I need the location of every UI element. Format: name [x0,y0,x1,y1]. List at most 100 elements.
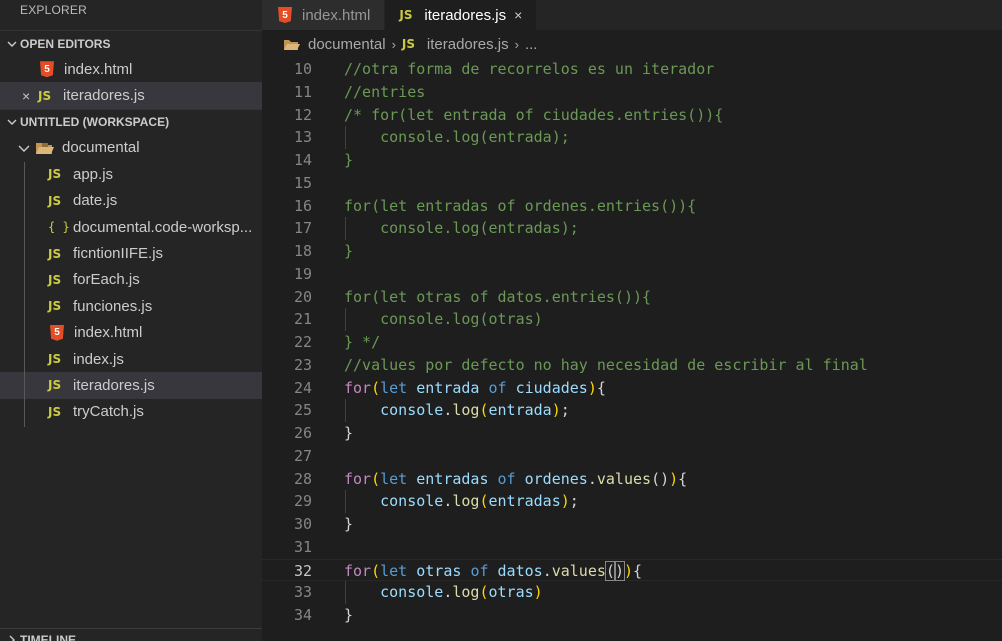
code-text: } [344,604,353,627]
vscode-window: EXPLORER OPEN EDITORS 5 index.html × JS … [0,0,1002,641]
line-number: 22 [293,333,312,351]
breadcrumb-more[interactable]: ... [525,36,538,53]
line-number: 16 [293,196,312,215]
code-line: 33 console.log(otras) [262,581,1002,604]
code-text: } [344,422,353,445]
code-line: 26} [262,422,1002,445]
code-line: 15 [262,172,1002,195]
code-text: /* for(let entrada of ciudades.entries()… [344,104,723,127]
code-token: let [380,561,417,580]
file-item[interactable]: JS date.js [0,188,262,214]
code-token: ( [479,401,489,420]
html5-icon: 5 [40,61,54,78]
code-token: entradas [488,492,561,511]
code-token: entrada [488,401,552,420]
open-editor-item-index-html[interactable]: 5 index.html [0,56,262,82]
file-item[interactable]: JS funciones.js [0,293,262,319]
tab-iteradores-js[interactable]: JS iteradores.js × [385,0,538,30]
close-icon[interactable]: × [514,7,522,23]
code-line: 31 [262,536,1002,559]
open-editor-label: index.html [64,60,133,78]
line-number: 19 [293,264,312,283]
line-number: 34 [293,606,312,624]
line-number: 20 [293,287,312,306]
file-label: index.js [73,350,124,368]
code-line: 19 [262,263,1002,286]
js-icon: JS [48,352,62,367]
tab-index-html[interactable]: 5 index.html [262,0,386,30]
js-icon: JS [38,88,52,103]
file-item[interactable]: JS ficntionIIFE.js [0,240,262,266]
code-token: for [344,378,372,397]
code-token: . [587,469,597,488]
explorer-sidebar: EXPLORER OPEN EDITORS 5 index.html × JS … [0,0,262,641]
file-item[interactable]: JS index.js [0,346,262,372]
open-editors-header[interactable]: OPEN EDITORS [0,30,262,56]
code-token: ( [479,492,489,511]
line-number: 31 [293,537,312,556]
code-line: 10 //otra forma de recorrelos es un itera… [262,58,1002,81]
code-text: for(let otras of datos.entries()){ [344,286,651,309]
code-text: console.log(entradas); [344,217,579,240]
chevron-down-icon [4,117,20,127]
code-text: console.log(otras) [344,308,543,331]
code-token: console.log(entrada); [344,128,570,147]
line-number: 21 [293,310,312,329]
line-number: 26 [293,424,312,442]
file-label: funciones.js [73,297,153,315]
code-token: for(let entradas of ordenes.entries()){ [344,196,697,215]
code-token: ordenes [524,469,588,488]
code-text: for(let entrada of ciudades){ [344,377,606,400]
code-token: console.log(otras) [344,310,543,329]
code-text: } */ [344,331,380,354]
file-item[interactable]: { } documental.code-worksp... [0,214,262,240]
code-line: 34} [262,604,1002,627]
code-token: console.log(entradas); [344,219,579,238]
js-icon: JS [399,8,413,22]
code-text: //otra forma de recorrelos es un iterado… [344,58,714,81]
workspace-header[interactable]: UNTITLED (WORKSPACE) [0,108,262,135]
open-editor-item-iteradores-js[interactable]: × JS iteradores.js [0,82,262,109]
code-line: 17 console.log(entradas); [262,217,1002,240]
code-token: log [452,401,480,420]
code-token: ; [560,401,570,420]
code-text: for(let entradas of ordenes.entries()){ [344,195,696,218]
code-text: console.log(otras) [344,581,543,604]
code-line: 22 } */ [262,331,1002,354]
code-token: ciudades [515,378,588,397]
code-token: . [542,561,552,580]
file-item[interactable]: JS iteradores.js [0,372,262,399]
code-token: datos [497,561,543,580]
js-icon: JS [401,37,416,51]
code-token: //entries [344,82,426,101]
file-item[interactable]: JS app.js [0,161,262,187]
breadcrumb-file[interactable]: iteradores.js [427,36,509,53]
folder-documental[interactable]: documental [0,135,262,161]
code-line: 32 for(let otras of datos.values()){ [262,558,1002,582]
close-icon[interactable]: × [22,88,30,104]
code-editor[interactable]: 10 //otra forma de recorrelos es un itera… [262,58,1002,641]
open-editor-label: iteradores.js [63,87,145,105]
code-line: 13 console.log(entrada); [262,126,1002,149]
code-token: ( [604,560,616,581]
code-token: of [497,469,525,488]
code-text: console.log(entrada); [344,126,570,149]
code-token: ( [371,561,381,580]
code-token: } [344,606,354,624]
line-number: 29 [293,492,312,511]
chevron-down-icon [18,143,36,153]
line-number: 30 [293,515,312,533]
code-line: 21 console.log(otras) [262,308,1002,331]
js-icon: JS [48,299,62,314]
file-item[interactable]: JS forEach.js [0,267,262,293]
js-icon: JS [48,246,62,261]
code-text: } [344,149,353,172]
file-item[interactable]: JS tryCatch.js [0,399,262,425]
line-number: 24 [293,378,312,397]
open-editors-label: OPEN EDITORS [20,36,111,51]
code-token: ) [669,469,679,488]
breadcrumb-folder[interactable]: documental [308,36,386,53]
timeline-header[interactable]: TIMELINE [0,628,262,641]
file-item[interactable]: 5 index.html [0,320,262,346]
